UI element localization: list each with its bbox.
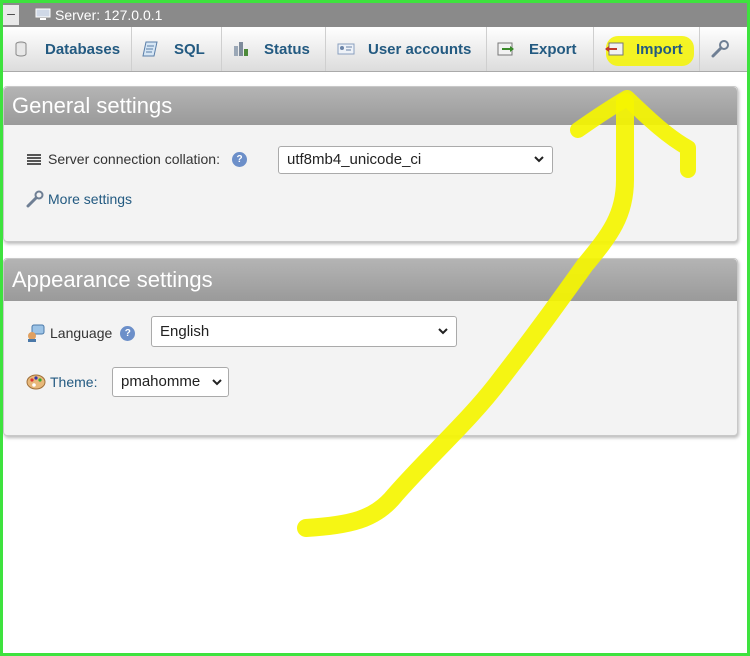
tab-databases[interactable]: Databases bbox=[3, 27, 132, 71]
help-icon[interactable]: ? bbox=[232, 151, 247, 167]
database-icon bbox=[15, 41, 27, 57]
language-row: Language ? bbox=[26, 323, 136, 343]
export-icon bbox=[497, 42, 514, 56]
language-select[interactable]: English bbox=[151, 316, 457, 347]
wrench-icon bbox=[26, 190, 44, 208]
sql-icon bbox=[142, 41, 158, 57]
server-title[interactable]: Server: 127.0.0.1 bbox=[55, 7, 162, 23]
tab-label: Import bbox=[636, 40, 683, 58]
tab-label: User accounts bbox=[368, 40, 472, 58]
status-chart-icon bbox=[234, 42, 248, 56]
server-breadcrumb-bar: – Server: 127.0.0.1 bbox=[3, 3, 747, 27]
collation-selected-value: utf8mb4_unicode_ci bbox=[287, 151, 422, 168]
tab-export[interactable]: Export bbox=[487, 27, 594, 71]
collation-row: Server connection collation: ? bbox=[26, 151, 247, 167]
more-settings-link[interactable]: More settings bbox=[48, 191, 132, 207]
tab-label: SQL bbox=[174, 40, 205, 58]
tab-import[interactable]: Import bbox=[594, 27, 700, 71]
tab-sql[interactable]: SQL bbox=[132, 27, 222, 71]
chevron-down-icon bbox=[212, 379, 222, 386]
wrench-icon bbox=[711, 40, 729, 58]
tab-label: Export bbox=[529, 40, 577, 58]
collation-select[interactable]: utf8mb4_unicode_ci bbox=[278, 146, 553, 174]
top-navigation-tabs: Databases SQL Status User accounts Expor… bbox=[3, 27, 747, 72]
tab-label: Status bbox=[264, 40, 310, 58]
chevron-down-icon bbox=[438, 328, 448, 335]
tab-settings[interactable] bbox=[700, 27, 747, 71]
language-label: Language bbox=[50, 325, 113, 341]
list-icon bbox=[27, 153, 41, 165]
import-icon bbox=[605, 42, 624, 56]
tab-label: Databases bbox=[45, 40, 121, 58]
collapse-toggle[interactable]: – bbox=[3, 5, 19, 25]
help-icon[interactable]: ? bbox=[120, 325, 136, 341]
theme-select[interactable]: pmahomme bbox=[112, 367, 229, 397]
tab-status[interactable]: Status bbox=[222, 27, 326, 71]
user-accounts-icon bbox=[337, 43, 355, 55]
general-settings-panel: General settings Server connection colla… bbox=[3, 86, 738, 242]
more-settings-row: More settings bbox=[26, 190, 132, 208]
tab-user-accounts[interactable]: User accounts bbox=[326, 27, 487, 71]
general-settings-heading: General settings bbox=[4, 87, 737, 125]
appearance-settings-panel: Appearance settings Language ? English T… bbox=[3, 258, 738, 436]
language-icon bbox=[28, 324, 45, 342]
palette-icon bbox=[26, 374, 46, 390]
appearance-settings-heading: Appearance settings bbox=[4, 259, 737, 301]
chevron-down-icon bbox=[534, 156, 544, 163]
language-selected-value: English bbox=[160, 323, 210, 340]
server-icon bbox=[35, 8, 51, 20]
theme-label[interactable]: Theme: bbox=[50, 374, 97, 390]
theme-selected-value: pmahomme bbox=[121, 373, 201, 390]
collation-label: Server connection collation: bbox=[48, 151, 220, 167]
theme-row: Theme: bbox=[26, 373, 97, 391]
